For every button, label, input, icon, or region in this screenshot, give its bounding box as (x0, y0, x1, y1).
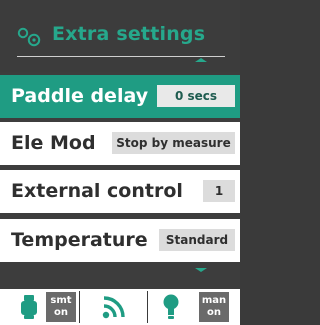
device-screen: Extra settings Paddle delay 0 secs Ele M… (0, 0, 240, 325)
setting-row-external-control[interactable]: External control 1 (0, 170, 240, 213)
setting-label: Ele Mod (11, 132, 96, 154)
lightbulb-icon (163, 294, 179, 319)
page-title: Extra settings (52, 23, 206, 45)
pill-line: on (207, 307, 221, 318)
header-divider (17, 56, 225, 57)
setting-label: Temperature (11, 229, 148, 251)
signal-icon (102, 296, 125, 319)
setting-row-paddle-delay[interactable]: Paddle delay 0 secs (0, 75, 240, 118)
device-icon (21, 295, 37, 319)
scroll-down-arrow[interactable] (195, 268, 207, 272)
scroll-up-arrow[interactable] (195, 58, 207, 62)
status-item-signal[interactable] (80, 289, 146, 325)
setting-value-button[interactable]: 1 (203, 180, 235, 202)
setting-label: External control (11, 180, 183, 202)
setting-value-button[interactable]: Stop by measure (112, 132, 235, 154)
setting-value-button[interactable]: Standard (159, 229, 235, 251)
pill-line: on (54, 307, 68, 318)
status-item-man[interactable]: man on (148, 289, 240, 325)
status-item-smt[interactable]: smt on (0, 289, 78, 325)
setting-row-ele-mod[interactable]: Ele Mod Stop by measure (0, 122, 240, 165)
man-status-pill: man on (199, 292, 229, 322)
smt-status-pill: smt on (46, 292, 76, 322)
header: Extra settings (0, 0, 240, 72)
pill-line: smt (50, 295, 72, 306)
setting-label: Paddle delay (11, 85, 149, 107)
gear-icon (17, 27, 41, 47)
setting-value-button[interactable]: 0 secs (157, 85, 235, 107)
setting-row-temperature[interactable]: Temperature Standard (0, 219, 240, 262)
pill-line: man (201, 295, 227, 306)
status-bar: smt on man on (0, 289, 240, 325)
